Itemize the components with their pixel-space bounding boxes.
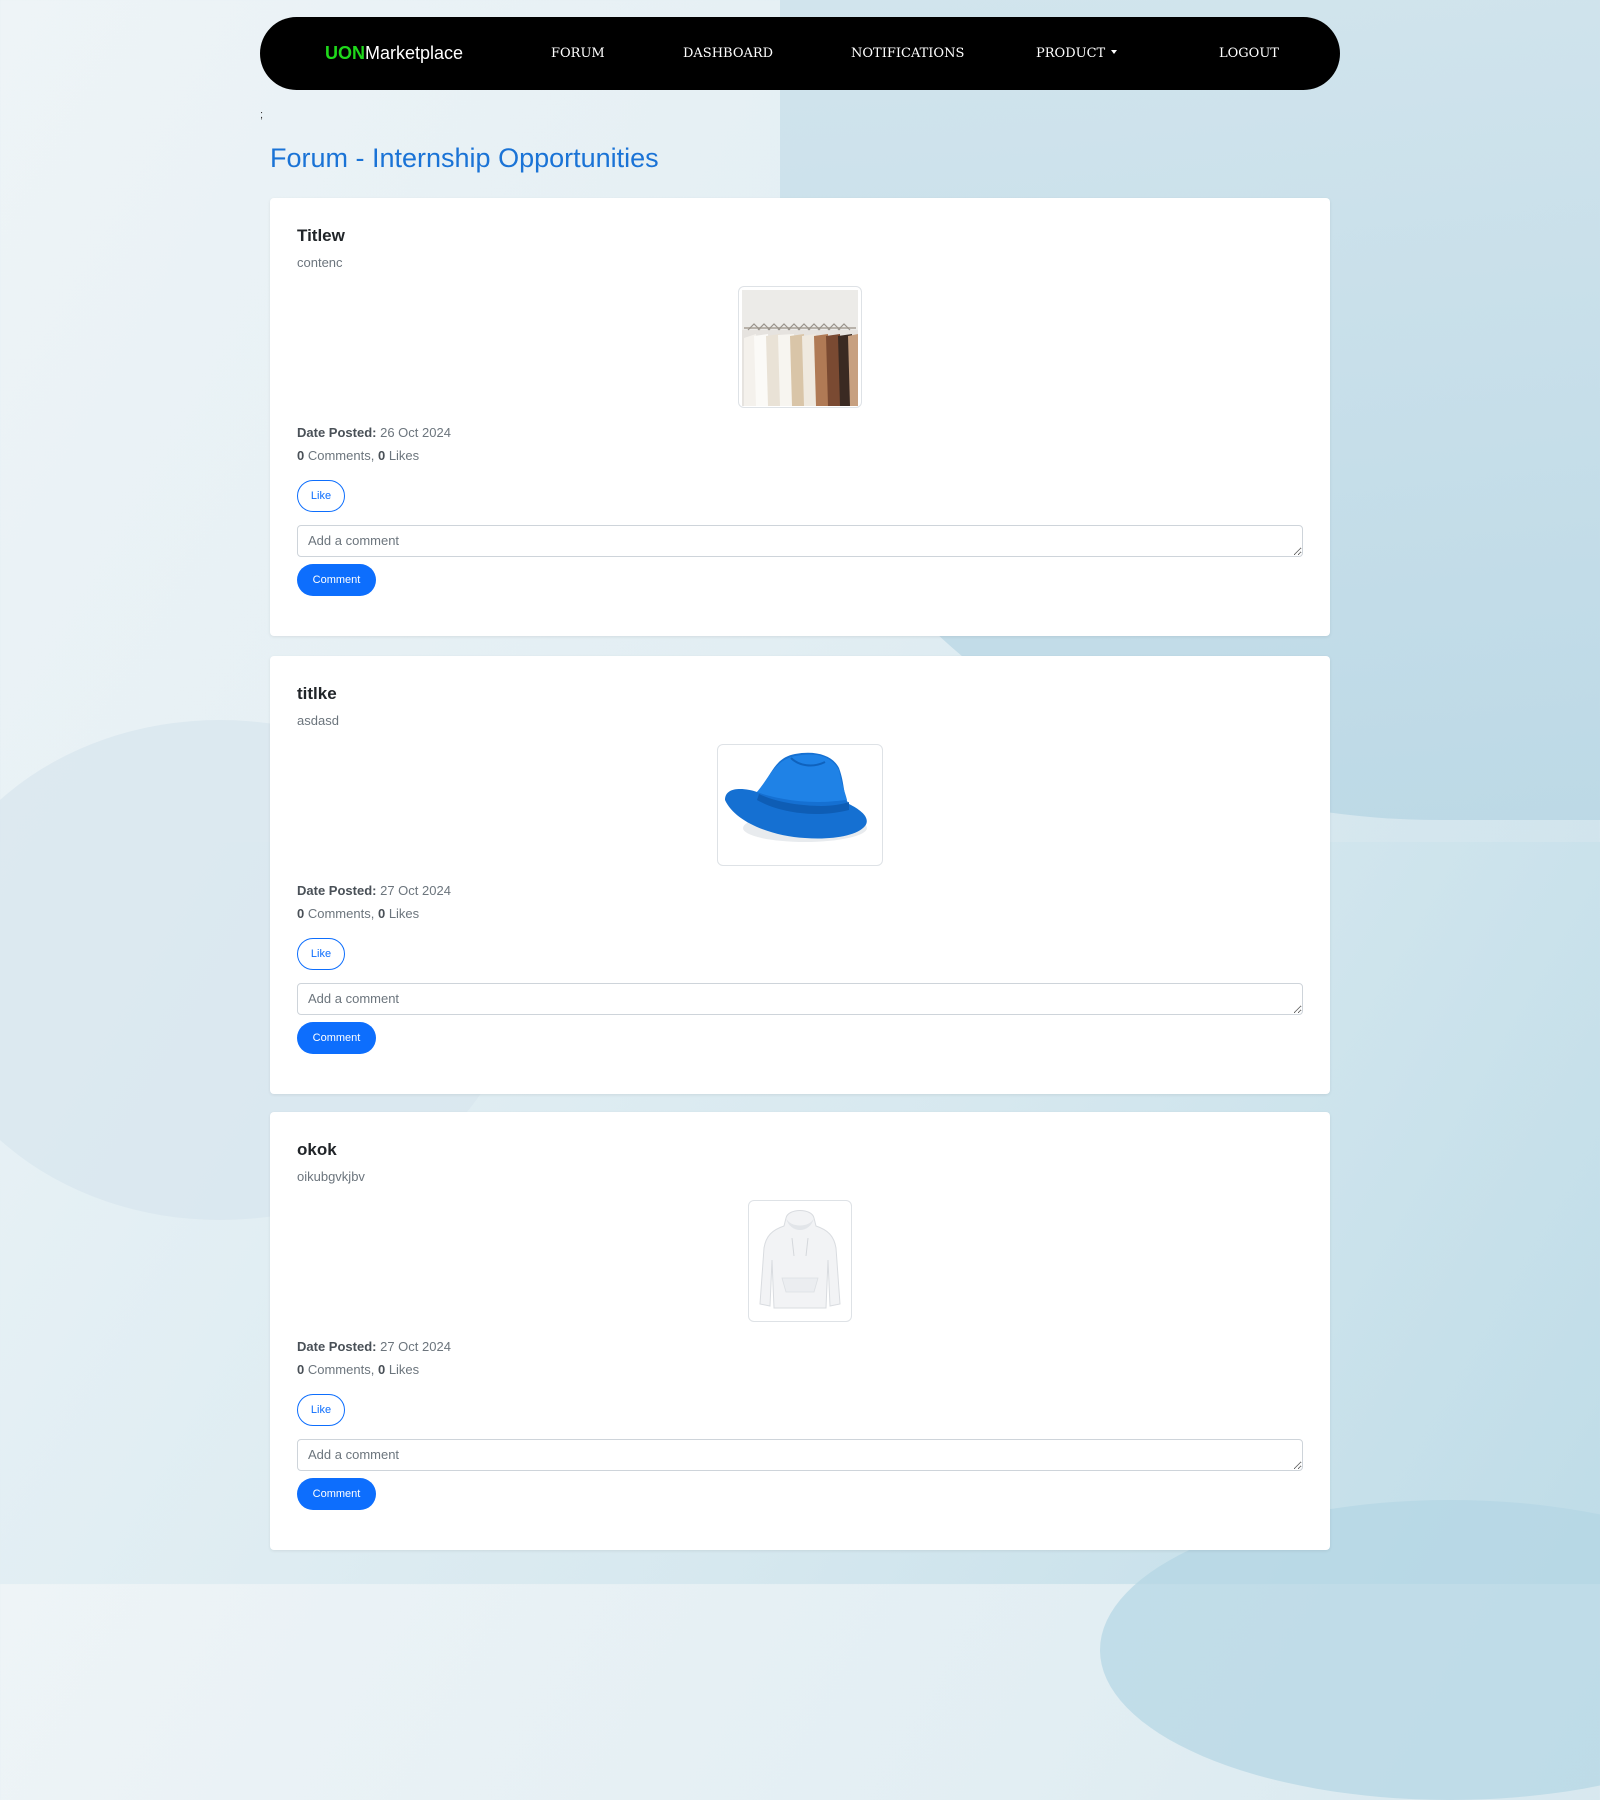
- likes-label: Likes: [388, 906, 420, 921]
- comment-input[interactable]: [297, 1439, 1303, 1471]
- date-label: Date Posted:: [297, 883, 377, 898]
- comment-count: 0: [297, 906, 305, 921]
- post-image: [717, 744, 883, 866]
- like-button[interactable]: Like: [297, 480, 345, 512]
- like-button[interactable]: Like: [297, 1394, 345, 1426]
- comment-button[interactable]: Comment: [297, 564, 376, 596]
- date-value: 27 Oct 2024: [380, 883, 451, 898]
- post-title: titlke: [297, 684, 337, 703]
- likes-label: Likes: [388, 1362, 420, 1377]
- brand-logo[interactable]: UONMarketplace: [325, 17, 463, 90]
- post-stats: 0 Comments, 0 Likes: [297, 448, 419, 463]
- nav-dropdown-product[interactable]: PRODUCT: [1036, 17, 1118, 90]
- nav-link-forum[interactable]: FORUM: [551, 17, 605, 90]
- like-count: 0: [377, 906, 386, 921]
- post-card: okok oikubgvkjbv Date Posted: 27 Oct 202…: [270, 1112, 1330, 1550]
- post-stats: 0 Comments, 0 Likes: [297, 1362, 419, 1377]
- navbar: UONMarketplace FORUM DASHBOARD NOTIFICAT…: [260, 17, 1340, 90]
- date-label: Date Posted:: [297, 425, 377, 440]
- post-stats: 0 Comments, 0 Likes: [297, 906, 419, 921]
- nav-link-notifications[interactable]: NOTIFICATIONS: [851, 17, 964, 90]
- white-hoodie-image: [752, 1204, 848, 1318]
- stray-text: ;: [260, 109, 264, 121]
- post-content: oikubgvkjbv: [297, 1169, 365, 1184]
- nav-link-product-label: PRODUCT: [1036, 46, 1106, 61]
- page-title: Forum - Internship Opportunities: [270, 143, 659, 173]
- likes-label: Likes: [388, 448, 420, 463]
- post-content: asdasd: [297, 713, 339, 728]
- comments-label: Comments,: [307, 448, 375, 463]
- comment-count: 0: [297, 1362, 305, 1377]
- date-label: Date Posted:: [297, 1339, 377, 1354]
- post-card: Titlew contenc Date Posted: 26 Oct 2024 …: [270, 198, 1330, 636]
- post-title: okok: [297, 1140, 337, 1159]
- post-date: Date Posted: 27 Oct 2024: [297, 1339, 451, 1354]
- clothes-rack-image: [742, 290, 858, 406]
- date-value: 26 Oct 2024: [380, 425, 451, 440]
- post-card: titlke asdasd Date Posted: 27 Oct 2024 0…: [270, 656, 1330, 1094]
- like-count: 0: [377, 448, 386, 463]
- brand-name: Marketplace: [365, 43, 464, 63]
- comments-label: Comments,: [307, 1362, 375, 1377]
- brand-accent: UON: [325, 43, 365, 63]
- comment-count: 0: [297, 448, 305, 463]
- comment-button[interactable]: Comment: [297, 1478, 376, 1510]
- post-title: Titlew: [297, 226, 345, 245]
- comment-button[interactable]: Comment: [297, 1022, 376, 1054]
- like-button[interactable]: Like: [297, 938, 345, 970]
- caret-down-icon: [1111, 50, 1118, 54]
- comments-label: Comments,: [307, 906, 375, 921]
- nav-link-dashboard[interactable]: DASHBOARD: [683, 17, 773, 90]
- post-content: contenc: [297, 255, 343, 270]
- post-date: Date Posted: 26 Oct 2024: [297, 425, 451, 440]
- post-image: [738, 286, 862, 408]
- post-image: [748, 1200, 852, 1322]
- date-value: 27 Oct 2024: [380, 1339, 451, 1354]
- blue-hat-image: [721, 748, 879, 862]
- comment-input[interactable]: [297, 983, 1303, 1015]
- like-count: 0: [377, 1362, 386, 1377]
- post-date: Date Posted: 27 Oct 2024: [297, 883, 451, 898]
- comment-input[interactable]: [297, 525, 1303, 557]
- nav-link-logout[interactable]: LOGOUT: [1219, 17, 1279, 90]
